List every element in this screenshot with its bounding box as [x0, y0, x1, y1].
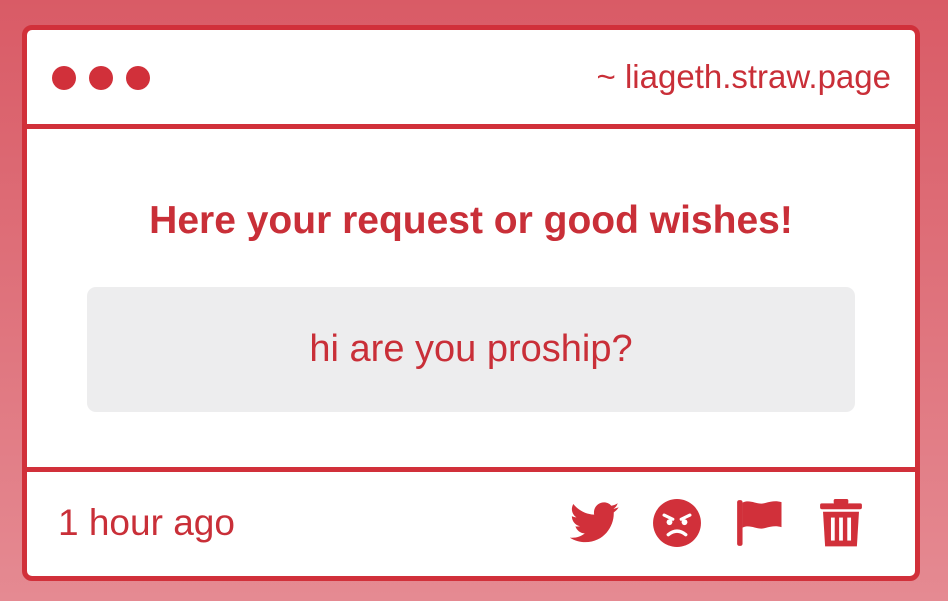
page-heading: Here your request or good wishes!	[149, 199, 793, 242]
flag-button[interactable]	[733, 497, 785, 549]
flag-icon	[737, 500, 782, 546]
share-twitter-button[interactable]	[569, 497, 621, 549]
action-bar	[569, 497, 867, 549]
site-url[interactable]: ~ liageth.straw.page	[597, 58, 891, 96]
message-box: hi are you proship?	[87, 287, 855, 412]
timestamp: 1 hour ago	[58, 502, 235, 543]
trash-icon	[820, 498, 862, 547]
angry-face-icon	[653, 499, 701, 547]
window-dot-1	[52, 66, 76, 90]
window-dot-3	[126, 66, 150, 90]
twitter-icon	[570, 502, 620, 543]
message-text: hi are you proship?	[309, 328, 633, 370]
message-card: ~ liageth.straw.page Here your request o…	[22, 25, 920, 581]
window-controls	[52, 66, 150, 90]
window-titlebar: ~ liageth.straw.page	[27, 30, 915, 129]
card-footer: 1 hour ago	[27, 467, 915, 576]
report-angry-button[interactable]	[651, 497, 703, 549]
message-content: Here your request or good wishes! hi are…	[27, 129, 915, 474]
delete-button[interactable]	[815, 497, 867, 549]
window-dot-2	[89, 66, 113, 90]
